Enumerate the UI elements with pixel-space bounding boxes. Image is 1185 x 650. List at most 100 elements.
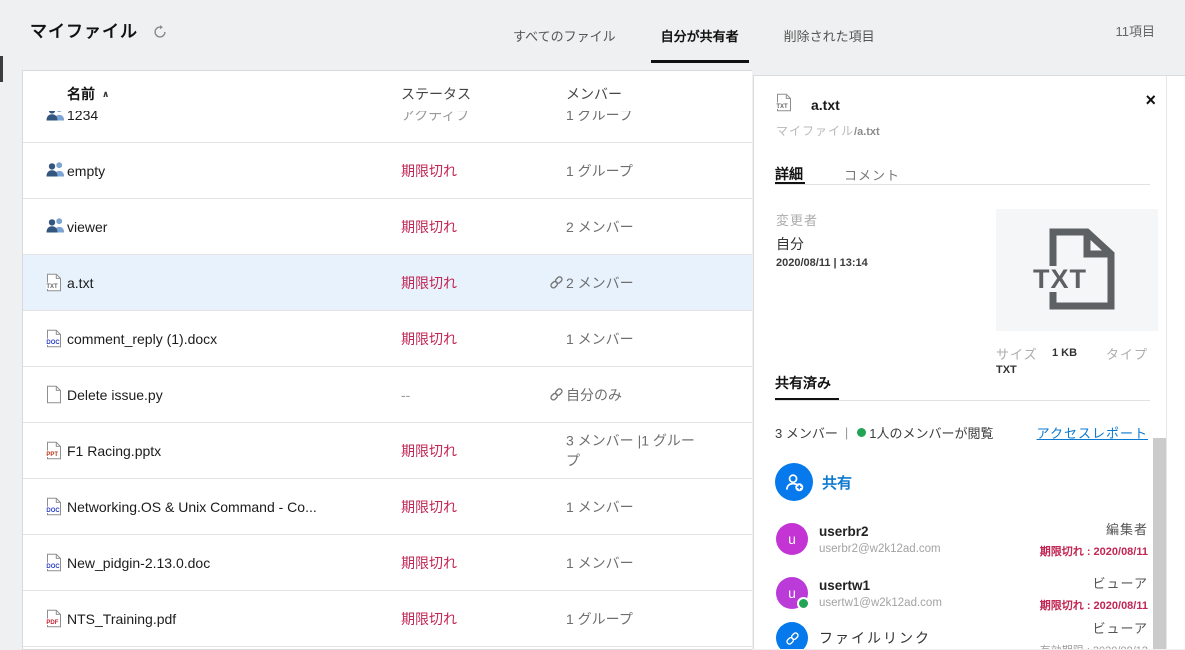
members-text: 2 メンバー [566, 216, 701, 236]
refresh-icon[interactable] [153, 25, 167, 39]
type-label: タイプ [1106, 344, 1148, 363]
table-row[interactable]: PPT F1 Racing.pptx 期限切れ 3 メンバー |1 グループ [23, 423, 752, 479]
share-item[interactable]: ファイルリンク ビューア 有効期限 : 2020/08/12 [776, 611, 1148, 649]
tab-comments[interactable]: コメント [844, 165, 900, 184]
members-text: 自分のみ [566, 384, 701, 404]
share-role: ビューア [1040, 573, 1148, 592]
tab-all-files[interactable]: すべてのファイル [503, 20, 626, 63]
share-button-label: 共有 [822, 472, 852, 493]
share-link-icon [549, 430, 566, 432]
ppt-icon: PPT [46, 441, 66, 461]
column-header-name[interactable]: 名前∧ [67, 84, 109, 104]
status-label: 期限切れ [401, 273, 457, 293]
table-body: 1234 アクティブ 1 グループ empty 期限切れ 1 グループ view… [23, 111, 752, 649]
tab-deleted-items[interactable]: 削除された項目 [774, 20, 885, 63]
file-icon [46, 385, 66, 405]
column-header-members: メンバー [566, 84, 622, 104]
presence-dot [797, 597, 810, 610]
members-cell: 自分のみ [549, 384, 701, 404]
access-report-link[interactable]: アクセスレポート [1037, 423, 1148, 442]
svg-text:TXT: TXT [1033, 264, 1087, 294]
members-text: 1 グループ [566, 160, 701, 180]
share-button[interactable]: 共有 [775, 463, 852, 501]
file-link-icon [776, 622, 808, 649]
file-preview: TXT [996, 209, 1158, 331]
doc-icon: DOC [46, 329, 66, 349]
divider [775, 400, 1150, 401]
table-row[interactable]: TXT a.txt 期限切れ 2 メンバー [23, 255, 752, 311]
doc-icon: DOC [46, 553, 66, 573]
type-value: TXT [996, 364, 1017, 376]
items-count: 11項目 [1116, 21, 1156, 40]
txt-file-icon: TXT [776, 93, 792, 112]
file-name: viewer [67, 219, 107, 235]
share-role: 編集者 [1040, 519, 1148, 538]
user-avatar: u [776, 523, 808, 555]
share-link-icon [549, 608, 566, 610]
table-header: 名前∧ ステータス メンバー [23, 71, 752, 111]
share-link-icon [549, 496, 566, 498]
modified-by-value: 自分 [776, 234, 804, 254]
tab-shared-by-me[interactable]: 自分が共有者 [651, 20, 749, 63]
members-count: 3 メンバー [775, 423, 838, 442]
separator: | [845, 425, 848, 440]
shared-section-title: 共有済み [775, 373, 831, 393]
scrollbar-thumb[interactable] [1153, 438, 1166, 649]
svg-text:DOC: DOC [46, 339, 60, 345]
status-label: 期限切れ [401, 441, 457, 461]
share-stats: 3 メンバー | 1人のメンバーが閲覧 アクセスレポート [775, 423, 1148, 442]
tab-details[interactable]: 詳細 [775, 164, 803, 184]
divider [775, 184, 1150, 185]
share-item[interactable]: u userbr2 userbr2@w2k12ad.com 編集者 期限切れ :… [776, 512, 1148, 566]
close-icon[interactable]: × [1145, 91, 1156, 109]
svg-text:DOC: DOC [46, 563, 60, 569]
left-edge-sliver [0, 56, 3, 82]
table-row[interactable]: DOC New_pidgin-2.13.0.doc 期限切れ 1 メンバー [23, 535, 752, 591]
file-name: empty [67, 163, 105, 179]
column-header-status: ステータス [401, 84, 471, 104]
file-name: Networking.OS & Unix Command - Co... [67, 499, 317, 515]
pdf-icon: PDF [46, 609, 66, 629]
user-avatar: u [776, 577, 808, 609]
size-label: サイズ [996, 344, 1038, 363]
table-row[interactable]: 1234 アクティブ 1 グループ [23, 111, 752, 143]
file-table: 1234 アクティブ 1 グループ empty 期限切れ 1 グループ view… [22, 70, 752, 650]
share-expiry: 期限切れ : 2020/08/11 [1040, 543, 1148, 559]
table-row[interactable]: PDF NTS_Training.pdf 期限切れ 1 グループ [23, 591, 752, 647]
status-label: -- [401, 387, 410, 403]
share-role: ビューア [1040, 618, 1148, 637]
members-cell: 2 メンバー [549, 272, 701, 292]
modified-by-label: 変更者 [776, 210, 818, 229]
members-cell: 1 メンバー [549, 552, 701, 572]
svg-text:TXT: TXT [46, 283, 58, 289]
members-text: 1 メンバー [566, 328, 701, 348]
share-email: usertw1@w2k12ad.com [819, 597, 1040, 609]
svg-text:DOC: DOC [46, 507, 60, 513]
txt-preview-icon: TXT [1027, 226, 1127, 315]
members-text: 1 グループ [566, 608, 701, 628]
share-name: usertw1 [819, 578, 1040, 593]
add-user-icon [775, 463, 813, 501]
viewed-dot-icon [857, 428, 866, 437]
table-row[interactable]: DOC Networking.OS & Unix Command - Co...… [23, 479, 752, 535]
share-link-icon [549, 272, 566, 289]
table-row[interactable]: Delete issue.py -- 自分のみ [23, 367, 752, 423]
page-title: マイファイル [30, 17, 138, 42]
file-name: F1 Racing.pptx [67, 443, 161, 459]
breadcrumb: マイファイル/a.txt [776, 122, 880, 139]
svg-text:TXT: TXT [776, 104, 788, 110]
modified-datetime: 2020/08/11 | 13:14 [776, 257, 868, 269]
detail-panel: TXT a.txt × マイファイル/a.txt 詳細 コメント 変更者 自分 … [753, 75, 1185, 649]
sort-asc-icon: ∧ [102, 89, 109, 99]
group-icon [46, 161, 66, 181]
share-name: ファイルリンク [819, 628, 1040, 648]
members-text: 2 メンバー [566, 272, 701, 292]
view-tabs: すべてのファイル 自分が共有者 削除された項目 [503, 20, 885, 63]
txt-icon: TXT [46, 273, 66, 293]
table-row[interactable]: DOC comment_reply (1).docx 期限切れ 1 メンバー [23, 311, 752, 367]
table-row[interactable]: empty 期限切れ 1 グループ [23, 143, 752, 199]
file-name: comment_reply (1).docx [67, 331, 217, 347]
table-row[interactable]: viewer 期限切れ 2 メンバー [23, 199, 752, 255]
share-list: u userbr2 userbr2@w2k12ad.com 編集者 期限切れ :… [776, 512, 1148, 649]
group-icon [46, 217, 66, 237]
